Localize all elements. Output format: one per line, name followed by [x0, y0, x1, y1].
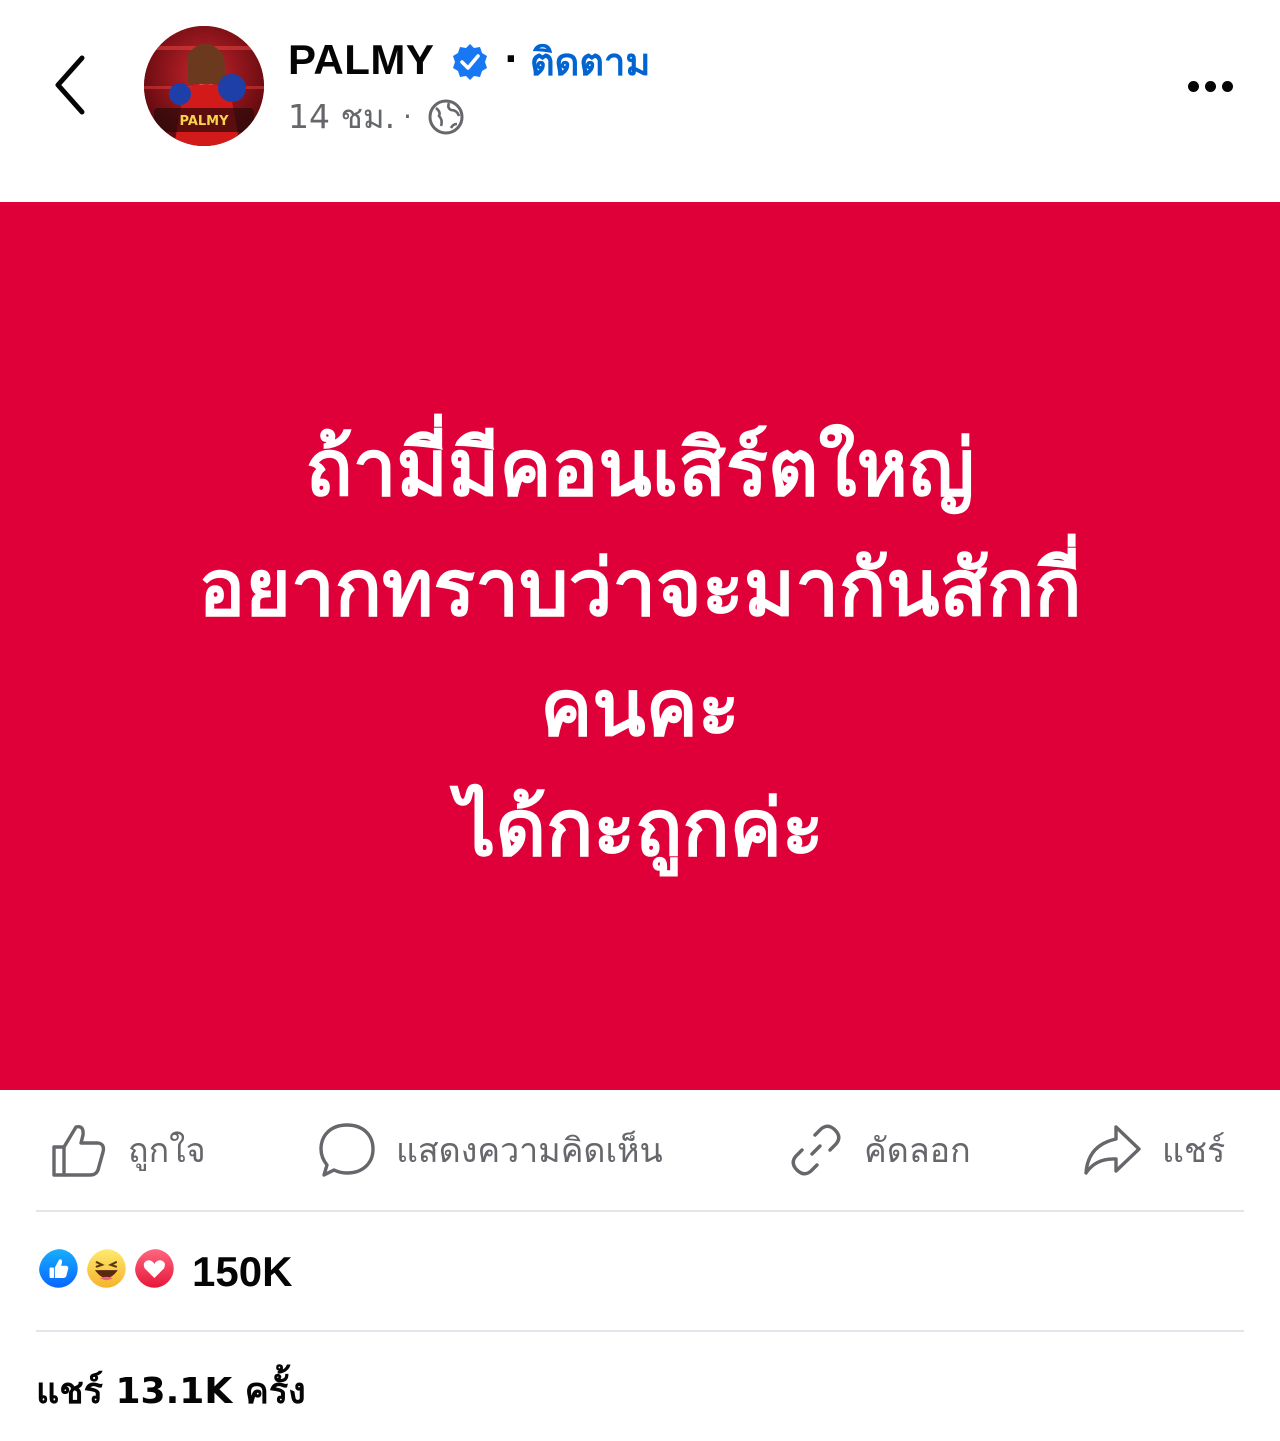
time-separator: ·: [403, 100, 412, 133]
comment-label: แสดงความคิดเห็น: [396, 1131, 663, 1171]
more-dot-icon: [1187, 80, 1199, 92]
post-action-bar: ถูกใจ แสดงความคิดเห็น คัดลอก แชร์: [0, 1092, 1280, 1210]
follow-button[interactable]: ติดตาม: [530, 36, 650, 88]
copy-label: คัดลอก: [864, 1131, 971, 1171]
share-button[interactable]: แชร์: [1082, 1118, 1225, 1182]
thumbs-up-icon: [52, 1124, 106, 1177]
comment-button[interactable]: แสดงความคิดเห็น: [318, 1118, 663, 1182]
more-dot-icon: [1221, 80, 1233, 92]
post-message-line: ถ้ามี่มีคอนเสิร์ตใหญ่: [305, 424, 975, 514]
more-dot-icon: [1204, 80, 1216, 92]
post-message-line: คนคะ: [540, 664, 740, 754]
share-label: แชร์: [1162, 1131, 1226, 1171]
share-arrow-icon: [1084, 1125, 1141, 1175]
haha-icon: [84, 1246, 134, 1296]
divider: [36, 1210, 1244, 1212]
back-button[interactable]: [40, 50, 100, 120]
divider: [36, 1330, 1244, 1332]
author-name[interactable]: PALMY: [288, 34, 434, 86]
header-separator: ·: [504, 39, 518, 80]
more-options-button[interactable]: [1178, 62, 1242, 110]
post-header: PALMY PALMY · ติดตาม 14 ชม. ·: [0, 0, 1280, 200]
like-button[interactable]: ถูกใจ: [50, 1118, 206, 1182]
reactions-summary[interactable]: 150K: [36, 1244, 292, 1300]
avatar-image: PALMY: [144, 26, 264, 146]
like-label: ถูกใจ: [128, 1131, 206, 1171]
comment-bubble-icon: [319, 1123, 375, 1177]
post-message-line: ได้กะถูกค่ะ: [456, 784, 824, 874]
copy-link-button[interactable]: คัดลอก: [788, 1118, 971, 1182]
love-icon: [132, 1246, 182, 1296]
post-message-line: อยากทราบว่าจะมากันสักกี่: [198, 544, 1082, 634]
reaction-icons: [36, 1246, 182, 1298]
post-text-card[interactable]: ถ้ามี่มีคอนเสิร์ตใหญ่ อยากทราบว่าจะมากัน…: [0, 202, 1280, 1090]
post-timestamp[interactable]: 14 ชม.: [288, 94, 395, 140]
link-icon: [791, 1124, 841, 1176]
reaction-count: 150K: [192, 1248, 293, 1295]
avatar[interactable]: PALMY: [144, 26, 264, 146]
globe-icon: [428, 99, 464, 135]
share-count[interactable]: แชร์ 13.1K ครั้ง: [36, 1364, 306, 1420]
post-message: ถ้ามี่มีคอนเสิร์ตใหญ่ อยากทราบว่าจะมากัน…: [198, 409, 1081, 889]
like-icon: [36, 1246, 86, 1296]
svg-text:PALMY: PALMY: [179, 114, 229, 129]
verified-badge-icon: [453, 44, 487, 80]
chevron-left-icon: [55, 55, 85, 115]
